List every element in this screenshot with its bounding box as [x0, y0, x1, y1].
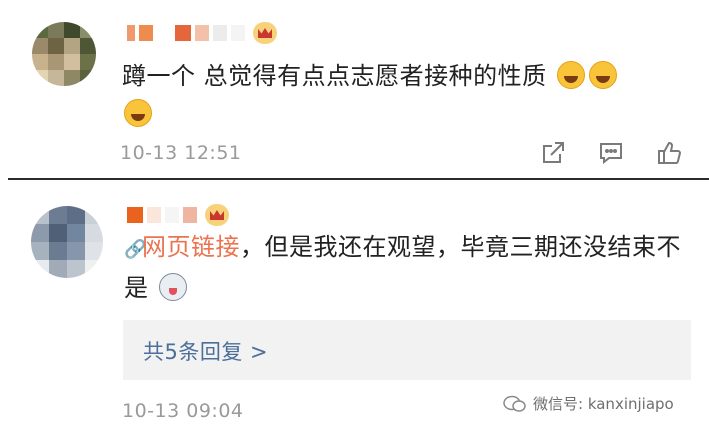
share-icon[interactable] — [540, 140, 566, 166]
comment-icon[interactable] — [598, 140, 624, 166]
link-icon: 🔗 — [124, 239, 147, 260]
laugh-cry-emoji-icon — [588, 61, 617, 89]
watermark-text: 微信号: kanxinjiapo — [533, 395, 674, 413]
avatar[interactable] — [31, 206, 103, 278]
comment-text: 蹲一个 总觉得有点点志愿者接种的性质 — [122, 57, 682, 133]
avatar[interactable] — [32, 22, 96, 86]
comment-timestamp: 10-13 12:51 — [120, 142, 242, 164]
comment-item: 蹲一个 总觉得有点点志愿者接种的性质 10-13 12:51 — [0, 0, 709, 178]
comment-actions — [540, 140, 682, 166]
comment-item: 🔗网页链接，但是我还在观望，毕竟三期还没结束不是 共5条回复 > 10-13 0… — [0, 180, 709, 436]
view-replies-link[interactable]: 共5条回复 > — [143, 336, 268, 366]
wechat-icon — [503, 395, 526, 412]
comment-text: 🔗网页链接，但是我还在观望，毕竟三期还没结束不是 — [124, 233, 681, 302]
crown-icon — [253, 22, 277, 44]
username-obscured[interactable] — [127, 204, 229, 226]
web-link[interactable]: 网页链接 — [142, 233, 240, 261]
like-icon[interactable] — [656, 140, 682, 166]
crown-icon — [205, 204, 229, 226]
laugh-cry-emoji-icon — [556, 61, 585, 89]
laugh-cry-emoji-icon — [124, 99, 152, 127]
watermark: 微信号: kanxinjiapo — [503, 393, 674, 414]
dog-emoji-icon — [158, 273, 187, 301]
comment-timestamp: 10-13 09:04 — [122, 400, 244, 422]
username-obscured[interactable] — [127, 22, 277, 44]
replies-box[interactable]: 共5条回复 > — [123, 320, 691, 380]
